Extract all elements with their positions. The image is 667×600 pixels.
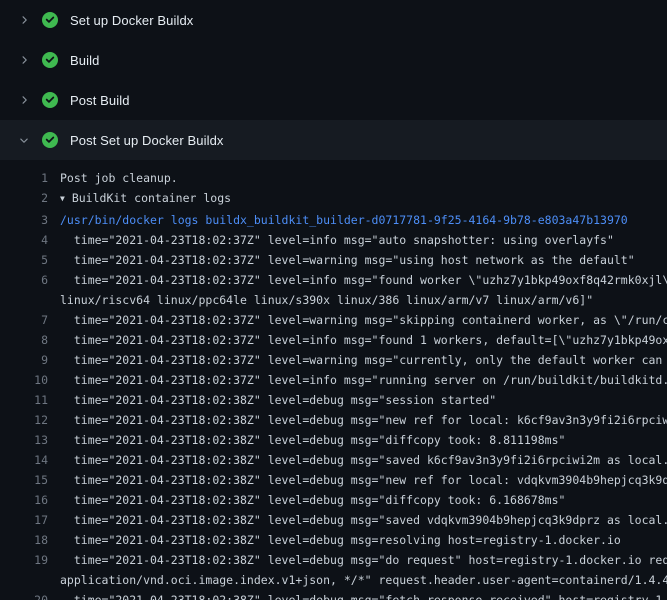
line-number[interactable]: 17 — [0, 510, 48, 530]
step-header-set-up-docker-buildx[interactable]: Set up Docker Buildx — [0, 0, 667, 40]
steps-list: Set up Docker Buildx Build P — [0, 0, 667, 160]
chevron-right-icon[interactable] — [16, 12, 32, 28]
log-line: 16 time="2021-04-23T18:02:38Z" level=deb… — [0, 490, 667, 510]
chevron-down-icon[interactable] — [16, 132, 32, 148]
log-text: time="2021-04-23T18:02:37Z" level=warnin… — [48, 250, 635, 270]
log-line: 1 Post job cleanup. — [0, 168, 667, 188]
log-text: time="2021-04-23T18:02:38Z" level=debug … — [48, 450, 667, 470]
log-line: 7 time="2021-04-23T18:02:37Z" level=warn… — [0, 310, 667, 330]
line-number[interactable]: 6 — [0, 270, 48, 290]
log-text: time="2021-04-23T18:02:38Z" level=debug … — [48, 390, 496, 410]
log-text: time="2021-04-23T18:02:37Z" level=warnin… — [48, 350, 667, 370]
log-line: 5 time="2021-04-23T18:02:37Z" level=warn… — [0, 250, 667, 270]
log-text: time="2021-04-23T18:02:37Z" level=info m… — [48, 270, 667, 290]
line-number[interactable]: 14 — [0, 450, 48, 470]
step-header-post-build[interactable]: Post Build — [0, 80, 667, 120]
chevron-right-icon[interactable] — [16, 52, 32, 68]
log-text: time="2021-04-23T18:02:38Z" level=debug … — [48, 530, 621, 550]
log-line: 4 time="2021-04-23T18:02:37Z" level=info… — [0, 230, 667, 250]
step-header-build[interactable]: Build — [0, 40, 667, 80]
log-line: 2 ▼BuildKit container logs — [0, 188, 667, 210]
log-text: linux/riscv64 linux/ppc64le linux/s390x … — [48, 290, 593, 310]
line-number[interactable]: 20 — [0, 590, 48, 600]
line-number[interactable] — [0, 290, 48, 310]
log-text: time="2021-04-23T18:02:38Z" level=debug … — [48, 410, 667, 430]
log-text: time="2021-04-23T18:02:38Z" level=debug … — [48, 470, 667, 490]
line-number[interactable]: 11 — [0, 390, 48, 410]
log-text: application/vnd.oci.image.index.v1+json,… — [48, 570, 667, 590]
step-label: Build — [70, 53, 99, 68]
log-text: time="2021-04-23T18:02:38Z" level=debug … — [48, 490, 565, 510]
line-number[interactable]: 5 — [0, 250, 48, 270]
line-number[interactable]: 13 — [0, 430, 48, 450]
chevron-right-icon[interactable] — [16, 92, 32, 108]
log-text: /usr/bin/docker logs buildx_buildkit_bui… — [48, 210, 628, 230]
log-line: 18 time="2021-04-23T18:02:38Z" level=deb… — [0, 530, 667, 550]
success-check-icon — [42, 92, 58, 108]
log-text: time="2021-04-23T18:02:38Z" level=debug … — [48, 430, 565, 450]
log-text: time="2021-04-23T18:02:37Z" level=info m… — [48, 370, 667, 390]
log-line: 9 time="2021-04-23T18:02:37Z" level=warn… — [0, 350, 667, 370]
step-label: Set up Docker Buildx — [70, 13, 193, 28]
line-number[interactable]: 3 — [0, 210, 48, 230]
line-number[interactable]: 2 — [0, 188, 48, 210]
line-number[interactable]: 12 — [0, 410, 48, 430]
step-label: Post Build — [70, 93, 130, 108]
log-line: 12 time="2021-04-23T18:02:38Z" level=deb… — [0, 410, 667, 430]
line-number[interactable]: 7 — [0, 310, 48, 330]
line-number[interactable]: 1 — [0, 168, 48, 188]
line-number[interactable]: 10 — [0, 370, 48, 390]
log-line: 8 time="2021-04-23T18:02:37Z" level=info… — [0, 330, 667, 350]
log-area: 1 Post job cleanup. 2 ▼BuildKit containe… — [0, 160, 667, 600]
line-number[interactable]: 19 — [0, 550, 48, 570]
log-text: time="2021-04-23T18:02:37Z" level=info m… — [48, 330, 667, 350]
log-text: time="2021-04-23T18:02:37Z" level=warnin… — [48, 310, 667, 330]
log-text: time="2021-04-23T18:02:38Z" level=debug … — [48, 550, 667, 570]
log-line: 10 time="2021-04-23T18:02:37Z" level=inf… — [0, 370, 667, 390]
success-check-icon — [42, 132, 58, 148]
log-text: Post job cleanup. — [48, 168, 178, 188]
log-line: 17 time="2021-04-23T18:02:38Z" level=deb… — [0, 510, 667, 530]
log-text: time="2021-04-23T18:02:37Z" level=info m… — [48, 230, 614, 250]
log-line: 3 /usr/bin/docker logs buildx_buildkit_b… — [0, 210, 667, 230]
log-text: time="2021-04-23T18:02:38Z" level=debug … — [48, 590, 667, 600]
log-line: 15 time="2021-04-23T18:02:38Z" level=deb… — [0, 470, 667, 490]
log-line: 13 time="2021-04-23T18:02:38Z" level=deb… — [0, 430, 667, 450]
line-number[interactable]: 4 — [0, 230, 48, 250]
log-line: 20 time="2021-04-23T18:02:38Z" level=deb… — [0, 590, 667, 600]
success-check-icon — [42, 12, 58, 28]
line-number[interactable] — [0, 570, 48, 590]
success-check-icon — [42, 52, 58, 68]
line-number[interactable]: 16 — [0, 490, 48, 510]
log-line: 6 time="2021-04-23T18:02:37Z" level=info… — [0, 270, 667, 290]
line-number[interactable]: 18 — [0, 530, 48, 550]
line-number[interactable]: 8 — [0, 330, 48, 350]
log-line: 14 time="2021-04-23T18:02:38Z" level=deb… — [0, 450, 667, 470]
log-group-toggle-icon[interactable]: ▼ — [60, 194, 65, 203]
line-number[interactable]: 9 — [0, 350, 48, 370]
log-line: 19 time="2021-04-23T18:02:38Z" level=deb… — [0, 550, 667, 570]
step-header-post-set-up-docker-buildx[interactable]: Post Set up Docker Buildx — [0, 120, 667, 160]
log-text: ▼BuildKit container logs — [48, 188, 231, 210]
log-line: application/vnd.oci.image.index.v1+json,… — [0, 570, 667, 590]
actions-log-viewer: Set up Docker Buildx Build P — [0, 0, 667, 600]
log-line: linux/riscv64 linux/ppc64le linux/s390x … — [0, 290, 667, 310]
line-number[interactable]: 15 — [0, 470, 48, 490]
log-line: 11 time="2021-04-23T18:02:38Z" level=deb… — [0, 390, 667, 410]
log-text: time="2021-04-23T18:02:38Z" level=debug … — [48, 510, 667, 530]
step-label: Post Set up Docker Buildx — [70, 133, 224, 148]
